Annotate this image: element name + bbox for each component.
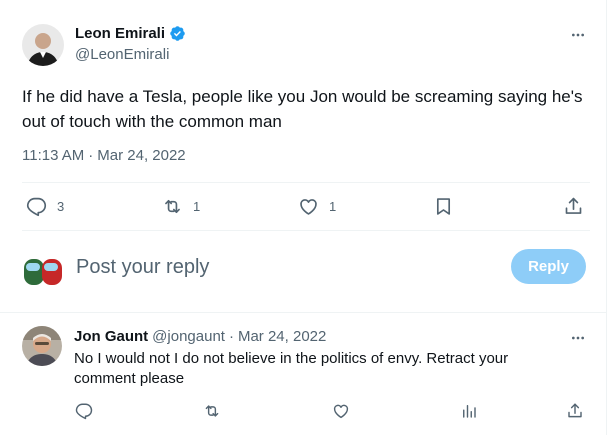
- reply-author-avatar[interactable]: [22, 326, 62, 366]
- reply-submit-button[interactable]: Reply: [511, 249, 586, 284]
- verified-badge-icon: [169, 25, 186, 42]
- reply-input[interactable]: Post your reply: [76, 256, 209, 279]
- tweet-time: 11:13 AM: [22, 147, 85, 164]
- share-button[interactable]: [563, 196, 584, 217]
- like-icon: [333, 404, 349, 419]
- timestamp-separator: ·: [88, 147, 94, 164]
- tweet-date: Mar 24, 2022: [97, 147, 186, 164]
- like-button[interactable]: 1: [298, 196, 336, 217]
- reply-retweet-button[interactable]: [203, 402, 221, 420]
- reply-count: 3: [57, 199, 65, 214]
- reply-button[interactable]: 3: [26, 196, 64, 217]
- retweet-button[interactable]: 1: [162, 196, 200, 217]
- like-icon: [300, 199, 317, 215]
- author-name-row: Leon Emirali: [75, 25, 186, 42]
- tweet-thread: Leon Emirali @LeonEmirali If he did have…: [0, 0, 607, 435]
- current-user-avatar[interactable]: [22, 253, 64, 287]
- divider: [22, 230, 590, 231]
- author-name[interactable]: Leon Emirali: [75, 25, 165, 42]
- tweet-timestamp[interactable]: 11:13 AM · Mar 24, 2022: [22, 147, 186, 164]
- reply-author-name[interactable]: Jon Gaunt: [74, 328, 148, 345]
- reply-reply-button[interactable]: [75, 402, 93, 420]
- reply-views-button[interactable]: [460, 402, 478, 420]
- author-avatar[interactable]: [22, 24, 64, 66]
- reply-date[interactable]: Mar 24, 2022: [238, 328, 326, 345]
- more-icon[interactable]: [568, 25, 588, 45]
- bookmark-button[interactable]: [433, 196, 454, 217]
- reply-like-button[interactable]: [332, 402, 350, 420]
- tweet-text: If he did have a Tesla, people like you …: [22, 87, 583, 131]
- reply-header: Jon Gaunt @jongaunt · Mar 24, 2022: [74, 328, 326, 345]
- retweet-count: 1: [193, 199, 201, 214]
- views-icon: [463, 405, 476, 418]
- more-icon[interactable]: [568, 328, 588, 348]
- reply-author-handle[interactable]: @jongaunt: [152, 328, 225, 345]
- bookmark-icon: [436, 198, 451, 215]
- retweet-icon: [165, 199, 180, 214]
- reply-separator: ·: [228, 328, 234, 345]
- reply-icon: [75, 403, 93, 420]
- share-icon: [568, 403, 582, 418]
- reply-text: No I would not I do not believe in the p…: [74, 350, 509, 387]
- divider: [0, 312, 606, 313]
- retweet-icon: [205, 405, 219, 417]
- reply-share-button[interactable]: [566, 402, 584, 420]
- author-handle[interactable]: @LeonEmirali: [75, 46, 169, 63]
- divider: [22, 182, 590, 183]
- reply-icon: [26, 197, 47, 217]
- like-count: 1: [329, 199, 337, 214]
- share-icon: [565, 197, 582, 214]
